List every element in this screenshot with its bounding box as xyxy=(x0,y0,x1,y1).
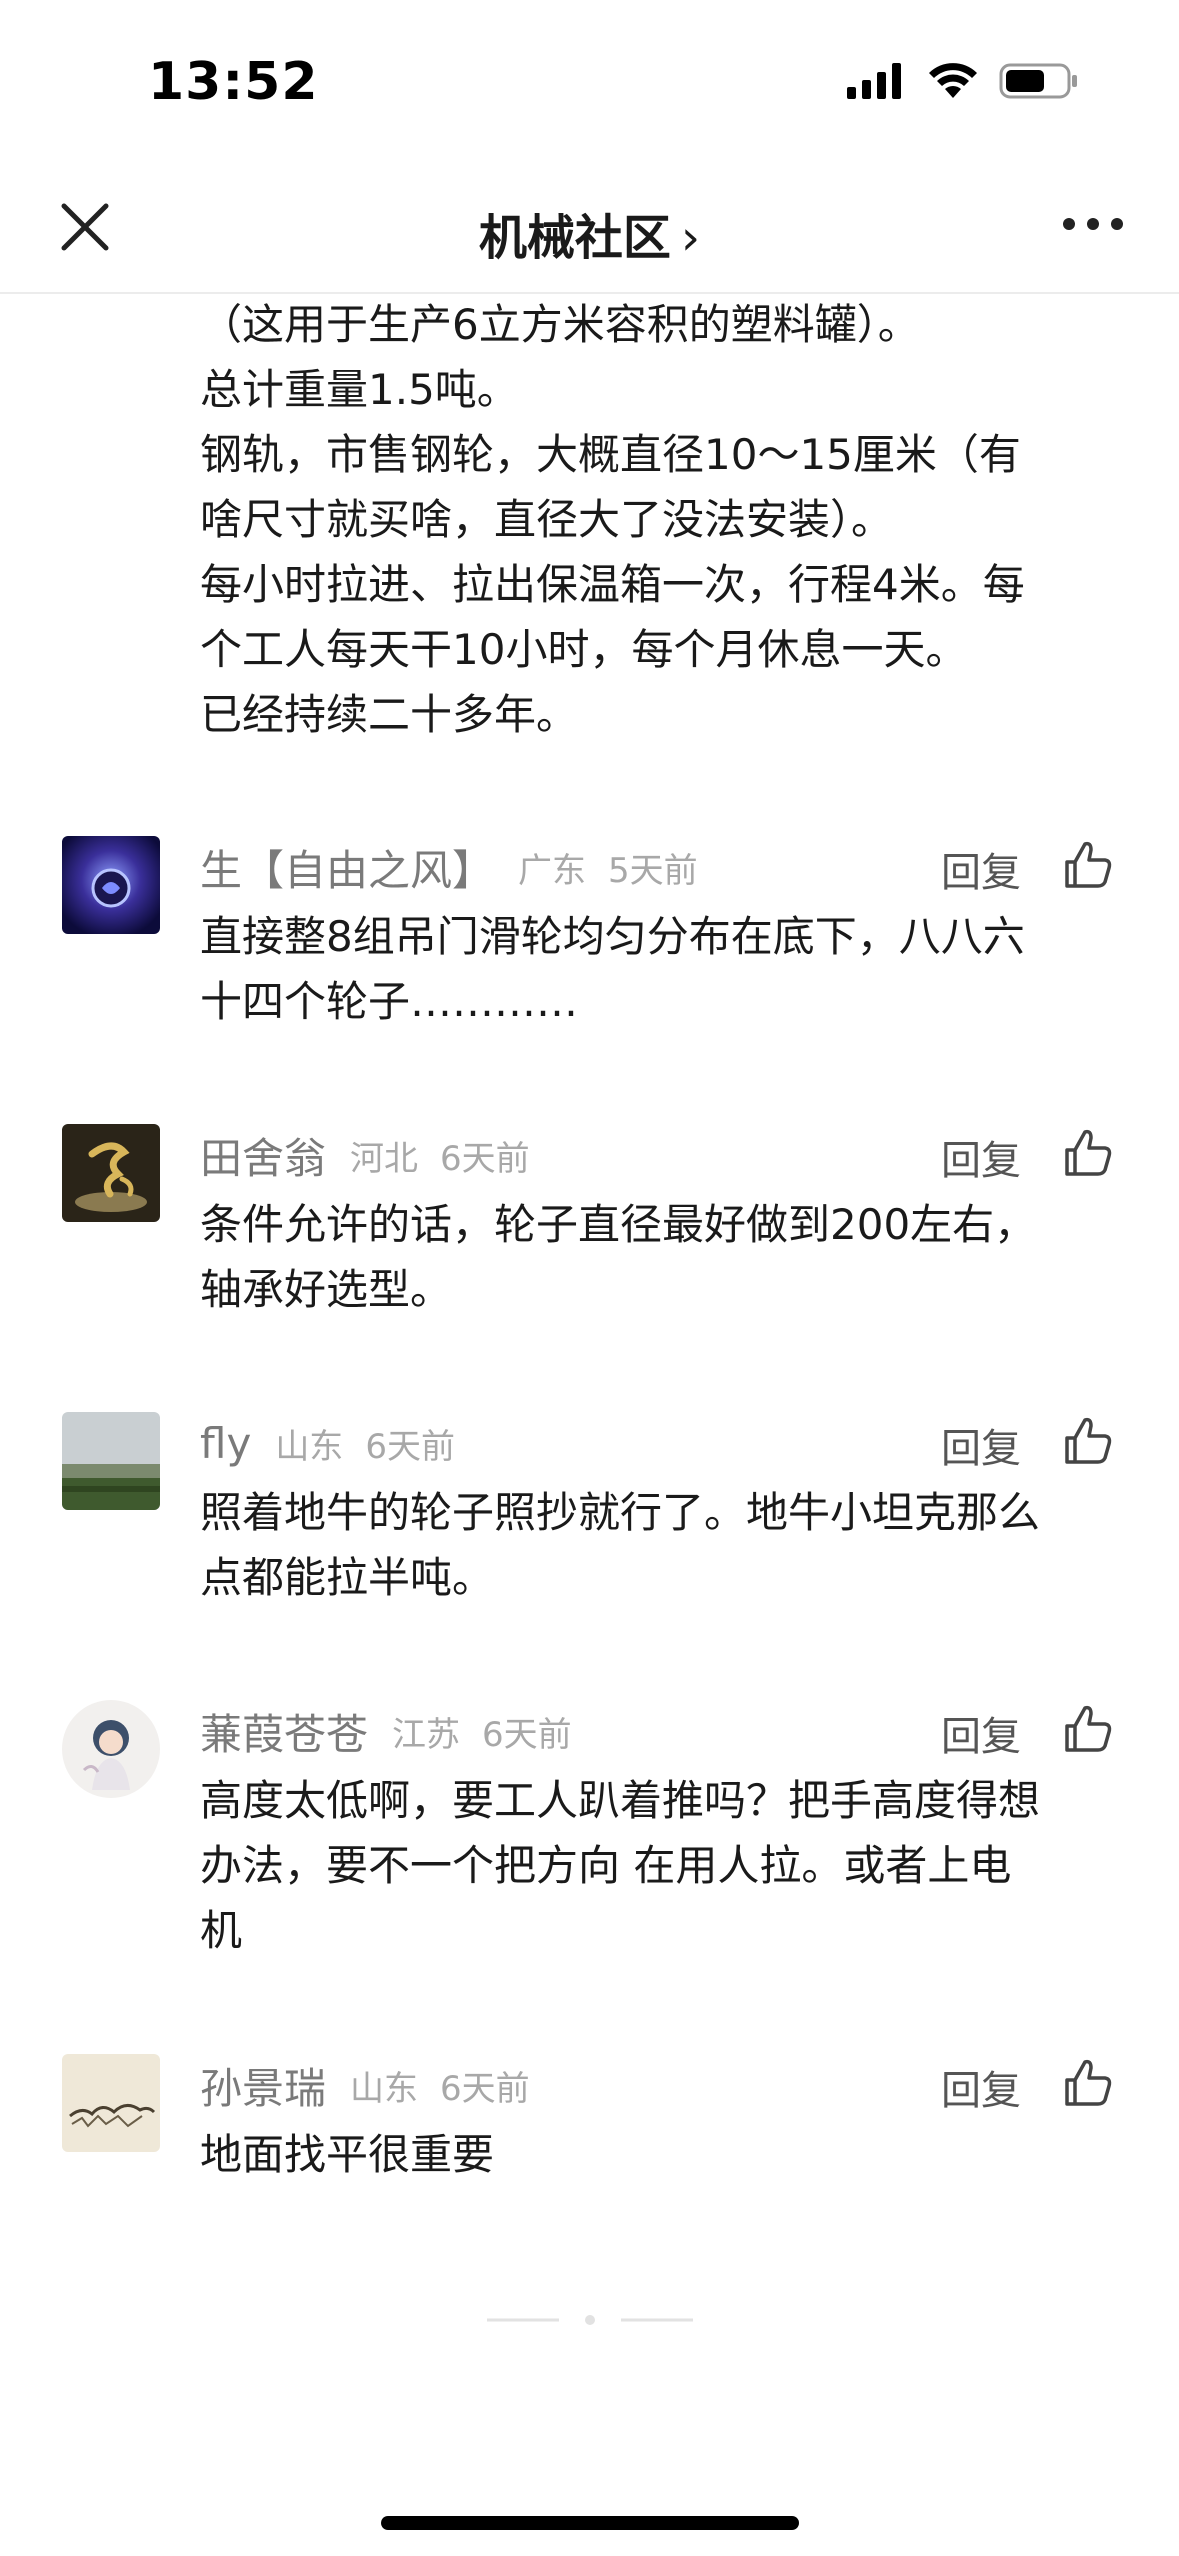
cellular-signal-icon xyxy=(847,63,901,99)
reply-button[interactable]: 回复 xyxy=(941,840,1021,898)
avatar[interactable] xyxy=(62,836,160,934)
comment-text: 高度太低啊，要工人趴着推吗？把手高度得想 办法，要不一个把方向 在用人拉。或者上… xyxy=(200,1768,1130,1963)
anime-girl-avatar-image xyxy=(62,1700,160,1798)
comment-location: 山东 xyxy=(350,2068,419,2109)
comment-text-line: 高度太低啊，要工人趴着推吗？把手高度得想 xyxy=(200,1776,1041,1825)
comment-text-line: 点都能拉半吨。 xyxy=(200,1553,495,1602)
comment-location: 山东 xyxy=(275,1426,344,1467)
comment-location: 江苏 xyxy=(392,1714,461,1755)
comment-text-line: 办法，要不一个把方向 在用人拉。或者上电 xyxy=(200,1841,1012,1890)
reply-button[interactable]: 回复 xyxy=(941,1704,1021,1762)
comment-text: 直接整8组吊门滑轮均匀分布在底下，八八六 十四个轮子………… xyxy=(200,904,1130,1034)
status-icons xyxy=(847,62,1079,100)
comment-text-line: 十四个轮子………… xyxy=(200,977,579,1026)
comment-time: 6天前 xyxy=(440,1138,530,1179)
comment-author[interactable]: 孙景瑞 xyxy=(200,2055,326,2116)
comment-text: 条件允许的话，轮子直径最好做到200左右， 轴承好选型。 xyxy=(200,1192,1130,1322)
nav-title-text: 机械社区 xyxy=(478,210,671,266)
reply-button[interactable]: 回复 xyxy=(941,1128,1021,1186)
thumbs-up-icon[interactable] xyxy=(1061,2056,1115,2110)
comment-text: 照着地牛的轮子照抄就行了。地牛小坦克那么 点都能拉半吨。 xyxy=(200,1480,1130,1610)
post-text: （这用于生产6立方米容积的塑料罐）。 总计重量1.5吨。 钢轨，市售钢轮，大概直… xyxy=(200,292,1130,747)
comment-text-line: 地面找平很重要 xyxy=(200,2130,495,2179)
comment-text: 地面找平很重要 xyxy=(200,2122,1130,2187)
comment-time: 6天前 xyxy=(365,1426,455,1467)
battery-icon xyxy=(999,63,1077,99)
avatar[interactable] xyxy=(62,1412,160,1510)
post-text-line: 已经持续二十多年。 xyxy=(200,690,579,739)
comment-text-line: 机 xyxy=(200,1906,243,1955)
sketch-avatar-image xyxy=(62,2054,160,2152)
avatar[interactable] xyxy=(62,2054,160,2152)
comment-time: 5天前 xyxy=(608,850,698,891)
nav-title[interactable]: 机械社区 › xyxy=(0,198,1179,268)
chevron-right-icon: › xyxy=(680,210,701,266)
reply-button[interactable]: 回复 xyxy=(941,2058,1021,2116)
comment-text-line: 照着地牛的轮子照抄就行了。地牛小坦克那么 xyxy=(200,1488,1041,1537)
avatar[interactable] xyxy=(62,1700,160,1798)
comment-header: 田舍翁 河北 6天前 xyxy=(200,1120,530,1190)
post-text-line: 个工人每天干10小时，每个月休息一天。 xyxy=(200,625,968,674)
comment-header: 蒹葭苍苍 江苏 6天前 xyxy=(200,1696,572,1766)
comment-author[interactable]: fly xyxy=(200,1419,251,1468)
end-of-list-indicator xyxy=(487,2315,693,2325)
comment-text-line: 直接整8组吊门滑轮均匀分布在底下，八八六 xyxy=(200,912,1025,961)
more-options-icon[interactable] xyxy=(1063,218,1123,230)
nav-bar: 机械社区 › xyxy=(0,160,1179,294)
comment-location: 河北 xyxy=(350,1138,419,1179)
status-time: 13:52 xyxy=(148,52,319,112)
thumbs-up-icon[interactable] xyxy=(1061,1702,1115,1756)
comment-location: 广东 xyxy=(518,850,587,891)
comment-author[interactable]: 蒹葭苍苍 xyxy=(200,1701,368,1762)
thumbs-up-icon[interactable] xyxy=(1061,1414,1115,1468)
comment-time: 6天前 xyxy=(440,2068,530,2109)
post-text-line: （这用于生产6立方米容积的塑料罐）。 xyxy=(200,300,920,349)
comment-header: 孙景瑞 山东 6天前 xyxy=(200,2050,530,2120)
comment-header: 生【自由之风】 广东 5天前 xyxy=(200,832,698,902)
calligraphy-avatar-image xyxy=(62,1124,160,1222)
comment-text-line: 条件允许的话，轮子直径最好做到200左右， xyxy=(200,1200,1037,1249)
avatar[interactable] xyxy=(62,1124,160,1222)
comment-author[interactable]: 田舍翁 xyxy=(200,1125,326,1186)
thumbs-up-icon[interactable] xyxy=(1061,838,1115,892)
comment-time: 6天前 xyxy=(482,1714,572,1755)
status-bar: 13:52 xyxy=(0,0,1179,160)
post-text-line: 钢轨，市售钢轮，大概直径10～15厘米（有 xyxy=(200,430,1021,479)
landscape-avatar-image xyxy=(62,1412,160,1510)
wifi-icon xyxy=(929,63,977,98)
comment-text-line: 轴承好选型。 xyxy=(200,1265,453,1314)
post-text-line: 总计重量1.5吨。 xyxy=(200,365,519,414)
reply-button[interactable]: 回复 xyxy=(941,1416,1021,1474)
comment-author[interactable]: 生【自由之风】 xyxy=(200,837,494,898)
comment-header: fly 山东 6天前 xyxy=(200,1408,455,1478)
post-text-line: 每小时拉进、拉出保温箱一次，行程4米。每 xyxy=(200,560,1025,609)
thumbs-up-icon[interactable] xyxy=(1061,1126,1115,1180)
galaxy-avatar-image xyxy=(62,836,160,934)
home-indicator[interactable] xyxy=(381,2516,799,2530)
post-text-line: 啥尺寸就买啥，直径大了没法安装）。 xyxy=(200,495,894,544)
